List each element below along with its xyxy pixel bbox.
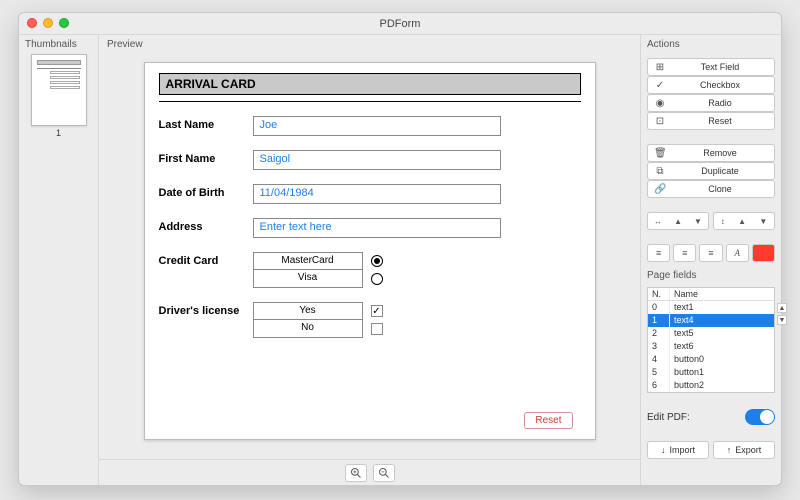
magnify-minus-icon: [378, 467, 390, 479]
page-thumbnail[interactable]: [31, 54, 87, 126]
action-label: Checkbox: [672, 80, 768, 90]
action-icon: 🔗: [654, 184, 666, 195]
cc-option-visa[interactable]: Visa: [253, 270, 363, 288]
app-window: PDForm Thumbnails 1 Preview: [18, 12, 782, 486]
move-down-button[interactable]: ▼: [777, 315, 787, 325]
align-right-icon: ≡: [708, 248, 713, 258]
preview-canvas: ARRIVAL CARD Last Name Joe First Name Sa…: [99, 54, 640, 459]
cc-option-mastercard[interactable]: MasterCard: [253, 252, 363, 270]
preview-panel: Preview ARRIVAL CARD Last Name Joe First…: [99, 35, 641, 485]
actions-panel: Actions ⊞ Text Field ✓ Checkbox ◉ Radio ⊡ Reset…: [641, 35, 781, 485]
pdf-page: ARRIVAL CARD Last Name Joe First Name Sa…: [144, 62, 596, 440]
align-left-button[interactable]: ≡: [647, 244, 670, 262]
action-label: Text Field: [672, 62, 768, 72]
col-header-name: Name: [670, 288, 774, 300]
dob-field[interactable]: 11/04/1984: [253, 184, 501, 204]
edit-pdf-toggle[interactable]: [745, 409, 775, 425]
address-field[interactable]: Enter text here: [253, 218, 501, 238]
move-up-button[interactable]: ▲: [777, 303, 787, 313]
font-icon: A: [734, 248, 740, 258]
arrow-up-down-icon: ↕: [721, 217, 725, 226]
first-name-field[interactable]: Saigol: [253, 150, 501, 170]
address-label: Address: [159, 218, 253, 233]
table-row[interactable]: 2text5: [648, 327, 774, 340]
upload-icon: ↑: [727, 445, 732, 455]
first-name-label: First Name: [159, 150, 253, 165]
window-controls: [27, 18, 69, 28]
align-left-icon: ≡: [656, 248, 661, 258]
table-row[interactable]: 3text6: [648, 340, 774, 353]
license-label: Driver's license: [159, 302, 253, 317]
page-fields-table[interactable]: N. Name 0text11text42text53text64button0…: [647, 287, 775, 393]
checkbox-icon[interactable]: [371, 323, 383, 335]
preview-label: Preview: [99, 35, 640, 54]
nudge-horizontal[interactable]: ↔▲▼: [647, 212, 709, 230]
table-row[interactable]: 0text1: [648, 301, 774, 314]
action-checkbox[interactable]: ✓ Checkbox: [647, 76, 775, 94]
thumbnails-panel: Thumbnails 1: [19, 35, 99, 485]
action-duplicate[interactable]: ⧉ Duplicate: [647, 162, 775, 180]
export-button[interactable]: ↑Export: [713, 441, 775, 459]
action-clone[interactable]: 🔗 Clone: [647, 180, 775, 198]
radio-icon[interactable]: [371, 273, 383, 285]
action-icon: ⊞: [654, 62, 666, 73]
page-fields-label: Page fields: [647, 270, 775, 281]
last-name-field[interactable]: Joe: [253, 116, 501, 136]
zoom-out-button[interactable]: [373, 464, 395, 482]
action-label: Remove: [672, 148, 768, 158]
dob-label: Date of Birth: [159, 184, 253, 199]
action-label: Reset: [672, 116, 768, 126]
radio-icon[interactable]: [371, 255, 383, 267]
table-row[interactable]: 5button1: [648, 366, 774, 379]
nudge-vertical[interactable]: ↕▲▼: [713, 212, 775, 230]
thumbnails-label: Thumbnails: [25, 39, 92, 50]
zoom-icon[interactable]: [59, 18, 69, 28]
zoom-bar: [99, 459, 640, 485]
action-label: Clone: [672, 184, 768, 194]
action-text-field[interactable]: ⊞ Text Field: [647, 58, 775, 76]
action-icon: ✓: [654, 80, 666, 91]
font-button[interactable]: A: [726, 244, 749, 262]
last-name-label: Last Name: [159, 116, 253, 131]
magnify-plus-icon: [350, 467, 362, 479]
table-row[interactable]: 6button2: [648, 379, 774, 392]
color-swatch[interactable]: [752, 244, 775, 262]
thumbnail-page-number: 1: [25, 128, 92, 138]
close-icon[interactable]: [27, 18, 37, 28]
import-button[interactable]: ↓Import: [647, 441, 709, 459]
window-title: PDForm: [380, 18, 421, 30]
table-row[interactable]: 1text4: [648, 314, 774, 327]
action-radio[interactable]: ◉ Radio: [647, 94, 775, 112]
zoom-in-button[interactable]: [345, 464, 367, 482]
action-icon: ◉: [654, 98, 666, 109]
action-label: Duplicate: [672, 166, 768, 176]
action-reset[interactable]: ⊡ Reset: [647, 112, 775, 130]
action-label: Radio: [672, 98, 768, 108]
actions-label: Actions: [647, 39, 775, 50]
action-icon: ⧉: [654, 166, 666, 177]
license-option-yes[interactable]: Yes: [253, 302, 363, 320]
action-icon: ⊡: [654, 116, 666, 127]
action-icon: 🗑: [654, 148, 666, 159]
arrow-left-right-icon: ↔: [654, 217, 662, 226]
align-right-button[interactable]: ≡: [699, 244, 722, 262]
checkbox-icon[interactable]: ✓: [371, 305, 383, 317]
align-center-button[interactable]: ≡: [673, 244, 696, 262]
titlebar: PDForm: [19, 13, 781, 35]
nudge-controls: ↔▲▼ ↕▲▼: [647, 212, 775, 230]
style-controls: ≡ ≡ ≡ A: [647, 244, 775, 262]
license-option-no[interactable]: No: [253, 320, 363, 338]
action-remove[interactable]: 🗑 Remove: [647, 144, 775, 162]
minimize-icon[interactable]: [43, 18, 53, 28]
credit-card-label: Credit Card: [159, 252, 253, 267]
table-row[interactable]: 4button0: [648, 353, 774, 366]
form-title: ARRIVAL CARD: [159, 73, 581, 95]
download-icon: ↓: [661, 445, 666, 455]
reset-button[interactable]: Reset: [524, 412, 572, 429]
col-header-n: N.: [648, 288, 670, 300]
align-center-icon: ≡: [682, 248, 687, 258]
edit-pdf-label: Edit PDF:: [647, 412, 690, 423]
